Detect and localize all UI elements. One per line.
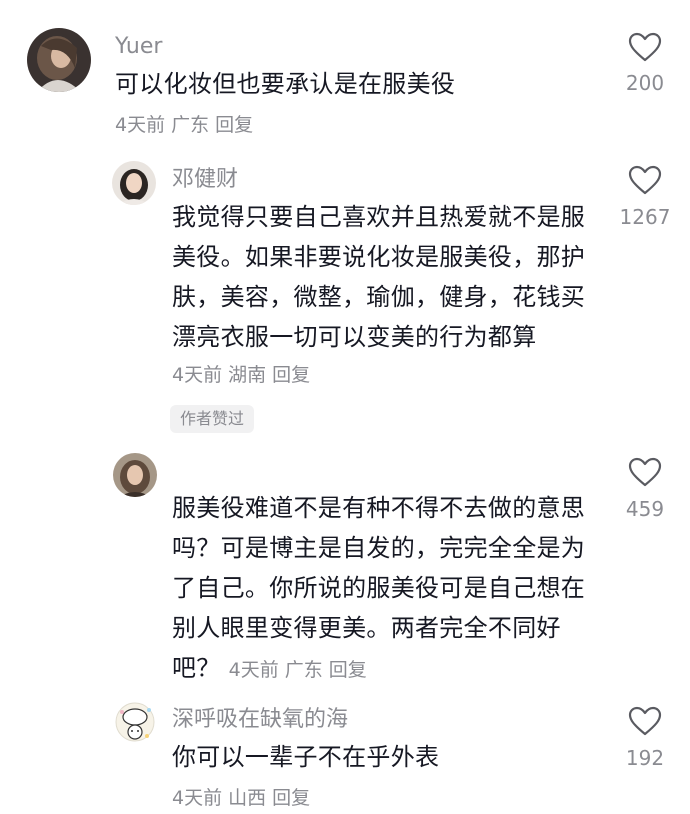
comment-time: 4天前	[115, 114, 166, 136]
avatar[interactable]	[27, 28, 91, 92]
comment-content: 服美役难道不是有种不得不去做的意思 吗？可是博主是自发的，完完全全是为 了自己。…	[172, 488, 612, 690]
comment-content: 可以化妆但也要承认是在服美役	[115, 70, 456, 98]
comment-time: 4天前	[228, 659, 279, 681]
heart-outline-icon[interactable]	[628, 165, 662, 195]
comment-location: 广东	[284, 659, 323, 681]
comment-username[interactable]: 邓健财	[172, 169, 238, 191]
reply-button[interactable]: 回复	[272, 787, 310, 809]
author-liked-badge: 作者赞过	[170, 405, 255, 433]
content-line: 我觉得只要自己喜欢并且热爱就不是服	[172, 203, 586, 231]
reply-button[interactable]: 回复	[329, 659, 367, 681]
comment-time: 4天前	[172, 364, 223, 386]
like-count: 459	[625, 497, 665, 521]
content-line: 别人眼里变得更美。两者完全不同好	[172, 614, 561, 642]
content-line: 服美役难道不是有种不得不去做的意思	[172, 494, 586, 522]
reply-button[interactable]: 回复	[215, 114, 253, 136]
comment-content: 你可以一辈子不在乎外表	[172, 743, 440, 771]
comment-time: 4天前	[172, 787, 223, 809]
comment-username[interactable]: 深呼吸在缺氧的海	[172, 709, 348, 731]
heart-outline-icon[interactable]	[628, 457, 662, 487]
comment-meta: 4天前 湖南 回复	[172, 366, 316, 385]
reply-button[interactable]: 回复	[272, 364, 310, 386]
avatar[interactable]	[113, 453, 157, 497]
like-count: 192	[625, 746, 665, 770]
comment-location: 广东	[171, 114, 210, 136]
avatar[interactable]	[112, 161, 156, 205]
comment-location: 湖南	[228, 364, 267, 386]
comment-username[interactable]: Yuer	[115, 36, 162, 58]
like-count: 1267	[619, 205, 671, 229]
comment-meta: 4天前 广东 回复	[115, 116, 259, 135]
content-line: 吧？	[172, 654, 221, 682]
content-last-line: 吧？ 4天前 广东 回复	[172, 648, 612, 690]
like-count: 200	[625, 71, 665, 95]
comment-location: 山西	[228, 787, 267, 809]
comment-meta: 4天前 山西 回复	[172, 789, 316, 808]
comment-content: 我觉得只要自己喜欢并且热爱就不是服 美役。如果非要说化妆是服美役，那护 肤，美容…	[172, 197, 612, 357]
content-line: 美役。如果非要说化妆是服美役，那护	[172, 243, 586, 271]
comment-meta: 4天前 广东 回复	[229, 659, 373, 681]
heart-outline-icon[interactable]	[628, 32, 662, 62]
avatar[interactable]	[113, 700, 157, 744]
heart-outline-icon[interactable]	[628, 706, 662, 736]
content-line: 吗？可是博主是自发的，完完全全是为	[172, 534, 586, 562]
content-line: 漂亮衣服一切可以变美的行为都算	[172, 323, 537, 351]
content-line: 肤，美容，微整，瑜伽，健身，花钱买	[172, 283, 586, 311]
content-line: 了自己。你所说的服美役可是自己想在	[172, 574, 586, 602]
